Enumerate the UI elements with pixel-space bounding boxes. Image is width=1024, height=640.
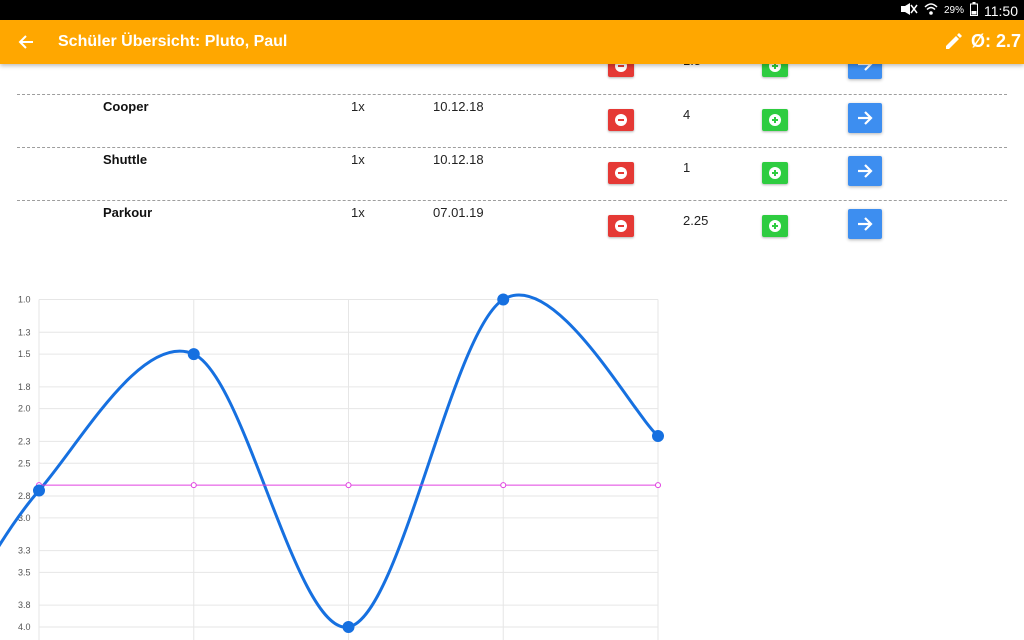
increase-grade-button[interactable] <box>762 109 788 131</box>
y-tick-label: 2.3 <box>18 436 31 446</box>
average-point <box>655 482 661 489</box>
y-tick-label: 3.5 <box>18 567 31 577</box>
list-item: Cooper 1x 10.12.18 4 <box>17 94 1007 148</box>
grade-value: 4 <box>683 107 691 122</box>
grade-series-line <box>0 293 660 629</box>
average-point <box>345 482 352 489</box>
row-divider <box>17 200 1007 201</box>
exercise-date: 10.12.18 <box>433 99 484 114</box>
app-bar: Schüler Übersicht: Pluto, Paul Ø: 2.7 <box>0 20 1024 64</box>
y-tick-label: 3.8 <box>18 600 31 610</box>
exercise-date: 10.12.18 <box>433 152 484 167</box>
grade-value: 2.25 <box>683 213 709 228</box>
minus-circle-icon <box>615 114 627 126</box>
y-tick-label: 1.0 <box>18 295 31 305</box>
y-axis-labels: 1.01.31.51.82.02.32.52.83.03.33.53.84.0 <box>18 295 31 633</box>
average-grade: Ø: 2.7 <box>971 31 1022 51</box>
exercise-name: Parkour <box>103 205 153 220</box>
y-tick-label: 2.0 <box>18 404 31 414</box>
exercise-frequency: 1x <box>351 152 365 167</box>
minus-circle-icon <box>615 167 627 179</box>
page-title: Schüler Übersicht: Pluto, Paul <box>58 33 288 50</box>
y-tick-label: 4.0 <box>18 622 31 632</box>
minus-circle-icon <box>615 220 627 232</box>
decrease-grade-button[interactable] <box>608 162 634 184</box>
row-divider <box>17 147 1007 148</box>
grade-point[interactable] <box>342 621 355 633</box>
plus-circle-icon <box>769 114 781 126</box>
grade-point[interactable] <box>187 348 200 361</box>
open-detail-button[interactable] <box>848 156 882 186</box>
grade-value: 1 <box>683 160 691 175</box>
decrease-grade-button[interactable] <box>608 215 634 237</box>
arrow-right-icon <box>858 217 873 231</box>
grade-point[interactable] <box>652 429 664 442</box>
average-point <box>190 482 197 489</box>
exercise-name: Cooper <box>103 99 149 114</box>
grade-point[interactable] <box>33 484 45 497</box>
list-item: Shuttle 1x 10.12.18 1 <box>17 147 1007 201</box>
exercise-date: 07.01.19 <box>433 205 484 220</box>
y-tick-label: 1.8 <box>18 382 31 392</box>
plus-circle-icon <box>769 220 781 232</box>
arrow-right-icon <box>858 111 873 125</box>
increase-grade-button[interactable] <box>762 215 788 237</box>
exercise-frequency: 1x <box>351 99 365 114</box>
y-tick-label: 1.3 <box>18 327 31 337</box>
back-button[interactable] <box>14 29 38 55</box>
y-tick-label: 2.8 <box>18 491 31 501</box>
chart-grid <box>38 299 659 640</box>
open-detail-button[interactable] <box>848 103 882 133</box>
plus-circle-icon <box>769 167 781 179</box>
y-tick-label: 2.5 <box>18 458 31 468</box>
exercise-name: Shuttle <box>103 152 148 167</box>
grade-point[interactable] <box>497 293 510 306</box>
pencil-icon <box>946 33 962 49</box>
arrow-left-icon <box>18 35 33 49</box>
y-tick-label: 1.5 <box>18 349 31 359</box>
grade-chart: 1.01.31.51.82.02.32.52.83.03.33.53.84.0 <box>0 293 664 640</box>
row-divider <box>17 94 1007 95</box>
increase-grade-button[interactable] <box>762 162 788 184</box>
open-detail-button[interactable] <box>848 209 882 239</box>
average-point <box>500 482 507 489</box>
y-tick-label: 3.3 <box>18 546 31 556</box>
exercise-frequency: 1x <box>351 205 365 220</box>
list-item: Parkour 1x 07.01.19 2.25 <box>17 200 1007 250</box>
decrease-grade-button[interactable] <box>608 109 634 131</box>
arrow-right-icon <box>858 164 873 178</box>
edit-button[interactable] <box>943 30 965 54</box>
chart-series <box>0 293 660 629</box>
